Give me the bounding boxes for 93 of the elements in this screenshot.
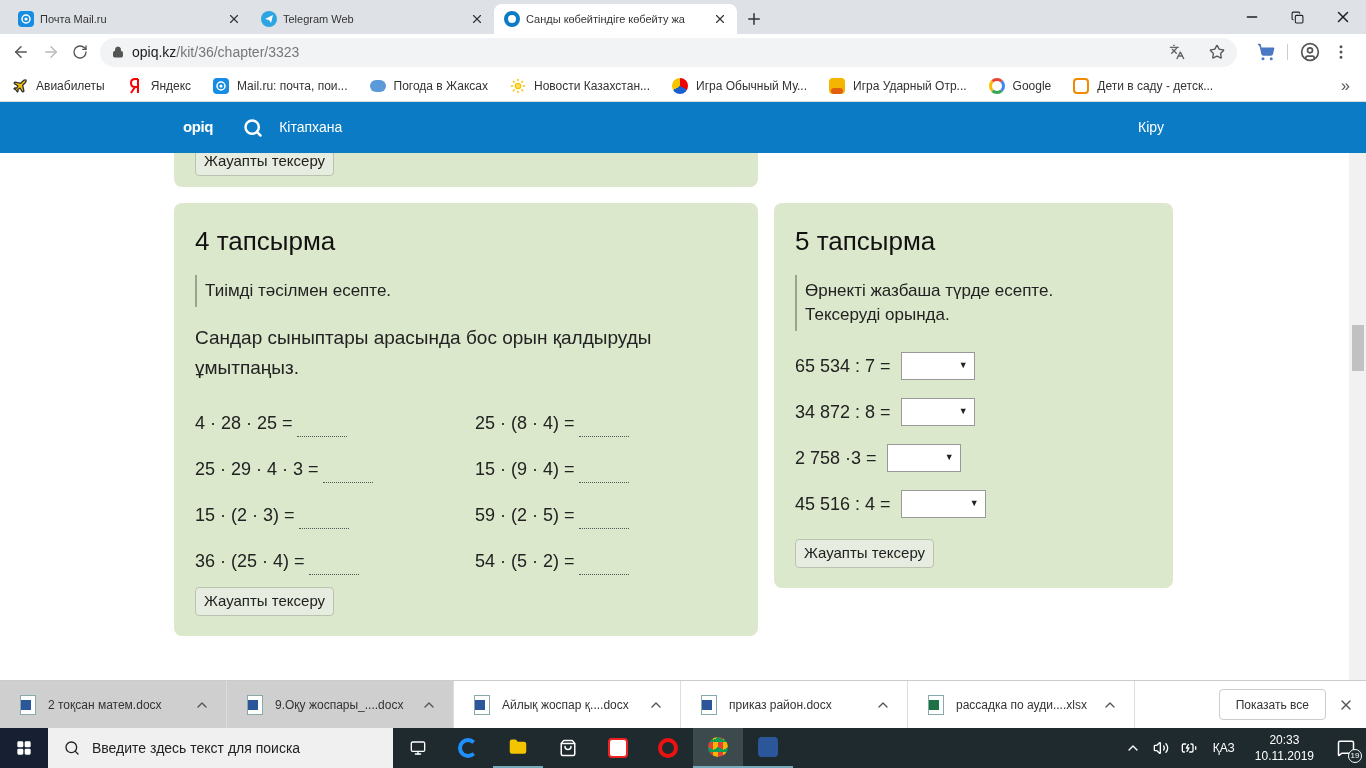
search-icon[interactable] bbox=[243, 117, 264, 138]
equation: 65 534 : 7 = bbox=[795, 354, 891, 378]
ring-icon bbox=[504, 11, 520, 27]
equation: 25 · 29 · 4 · 3 = bbox=[195, 458, 319, 481]
translate-icon[interactable] bbox=[1169, 44, 1185, 60]
battery-icon[interactable] bbox=[1180, 740, 1197, 756]
tab-title: Почта Mail.ru bbox=[40, 11, 108, 27]
new-tab-icon[interactable] bbox=[745, 10, 763, 28]
instruction-quote: Өрнекті жазбаша түрде есепте. Тексеруді орында. bbox=[795, 275, 1152, 331]
check-answer-button[interactable]: Жауапты тексеру bbox=[195, 153, 335, 176]
tab-title: Санды көбейтіндіге көбейту жа bbox=[526, 11, 686, 27]
show-all-button[interactable]: Показать все bbox=[1218, 689, 1326, 720]
site-logo[interactable]: opiq bbox=[183, 116, 214, 139]
lock-icon bbox=[112, 46, 124, 58]
bookmark[interactable]: Авиабилеты bbox=[12, 76, 113, 95]
close-icon[interactable] bbox=[227, 12, 241, 26]
bookmark[interactable]: Игра Ударный Отр... bbox=[829, 76, 975, 95]
login-link[interactable]: Кіру bbox=[1138, 117, 1164, 138]
back-icon[interactable] bbox=[12, 43, 30, 61]
equation: 54 · (5 · 2) = bbox=[475, 550, 575, 573]
answer-dropdown[interactable]: ▼ bbox=[900, 398, 975, 426]
cloud-icon bbox=[369, 79, 386, 92]
check-answer-button[interactable]: Жауапты тексеру bbox=[195, 587, 335, 616]
equation: 59 · (2 · 5) = bbox=[475, 504, 575, 527]
file-name: приказ район.docx bbox=[729, 696, 833, 714]
browser-tab[interactable]: Почта Mail.ru bbox=[8, 4, 251, 34]
taskbar-search-field[interactable]: Введите здесь текст для поиска bbox=[48, 728, 393, 768]
file-name: рассадка по ауди....xlsx bbox=[956, 696, 1088, 714]
more-bookmarks-button[interactable]: » bbox=[1341, 73, 1350, 98]
search-placeholder: Введите здесь текст для поиска bbox=[92, 738, 301, 758]
task-title: 5 тапсырма bbox=[795, 225, 937, 258]
notification-button[interactable]: 19 bbox=[1326, 728, 1366, 768]
clock-time: 20:33 bbox=[1269, 732, 1300, 748]
cart-icon[interactable] bbox=[1257, 43, 1275, 61]
instruction-quote: Тиімді тәсілмен есепте. bbox=[195, 275, 737, 307]
language-indicator[interactable]: ҚАЗ bbox=[1212, 739, 1235, 757]
bookmark[interactable]: Mail.ru: почта, пои... bbox=[213, 76, 356, 95]
bookmark[interactable]: Яндекс bbox=[126, 76, 200, 95]
close-icon[interactable] bbox=[470, 12, 484, 26]
browser-tab[interactable]: Санды көбейтіндіге көбейту жа bbox=[494, 4, 737, 34]
document-icon bbox=[701, 694, 717, 715]
document-icon bbox=[474, 694, 490, 715]
file-name: Айлық жоспар қ....docx bbox=[502, 696, 630, 714]
star-icon[interactable] bbox=[1209, 44, 1225, 60]
answer-dropdown[interactable]: ▼ bbox=[900, 490, 986, 518]
download-item[interactable]: 2 тоқсан матем.docx bbox=[0, 681, 227, 728]
equation: 36 · (25 · 4) = bbox=[195, 550, 305, 573]
profile-icon[interactable] bbox=[1300, 42, 1320, 62]
file-name: 2 тоқсан матем.docx bbox=[48, 696, 163, 714]
bookmark[interactable]: Игра Обычный Му... bbox=[672, 76, 816, 95]
start-button[interactable] bbox=[0, 728, 48, 768]
scrollbar[interactable] bbox=[1349, 153, 1366, 680]
check-answer-button[interactable]: Жауапты тексеру bbox=[795, 539, 935, 568]
bookmark[interactable]: Новости Казахстан... bbox=[510, 76, 659, 95]
blocks-icon bbox=[1073, 77, 1090, 94]
clock-date: 10.11.2019 bbox=[1254, 748, 1314, 764]
bookmark[interactable]: Дети в саду - детск... bbox=[1073, 76, 1222, 95]
equation: 34 872 : 8 = bbox=[795, 400, 891, 424]
equation: 15 · (9 · 4) = bbox=[475, 458, 575, 481]
windows-icon bbox=[16, 740, 32, 756]
answer-dropdown[interactable]: ▼ bbox=[886, 444, 961, 472]
close-icon[interactable] bbox=[713, 12, 727, 26]
address-field[interactable]: opiq.kz/kit/36/chapter/3323 bbox=[100, 37, 1237, 67]
speaker-icon[interactable] bbox=[1152, 740, 1169, 756]
file-name: 9.Оқу жоспары_....docx bbox=[275, 696, 405, 714]
tab-title: Telegram Web bbox=[283, 11, 355, 27]
restore-icon[interactable] bbox=[1291, 10, 1304, 24]
document-icon bbox=[928, 694, 944, 715]
plane-icon bbox=[12, 77, 28, 94]
bookmark[interactable]: Погода в Жаксах bbox=[369, 76, 496, 95]
task-title: 4 тапсырма bbox=[195, 225, 337, 258]
duck-icon bbox=[829, 77, 846, 94]
paper-plane-icon bbox=[261, 11, 277, 27]
mail-icon bbox=[213, 77, 230, 94]
equation: 25 · (8 · 4) = bbox=[475, 412, 575, 435]
document-icon bbox=[20, 694, 36, 715]
notification-count: 19 bbox=[1348, 749, 1362, 763]
url-text: opiq.kz/kit/36/chapter/3323 bbox=[132, 42, 301, 62]
mail-icon bbox=[18, 11, 34, 27]
equation: 2 758 ·3 = bbox=[795, 446, 877, 470]
answer-dropdown[interactable]: ▼ bbox=[900, 352, 975, 380]
document-icon bbox=[247, 694, 263, 715]
task-note: Сандар сыныптары арасында бос орын қалдыруды ұмытпаңыз. bbox=[195, 326, 653, 380]
equation: 45 516 : 4 = bbox=[795, 492, 891, 516]
download-item[interactable]: 9.Оқу жоспары_....docx bbox=[227, 681, 454, 728]
browser-tab[interactable]: Telegram Web bbox=[251, 4, 494, 34]
bookmark[interactable]: Google bbox=[988, 76, 1060, 95]
reload-icon[interactable] bbox=[72, 44, 88, 60]
search-icon bbox=[64, 740, 80, 756]
library-link[interactable]: Кітапхана bbox=[279, 117, 343, 138]
equation: 4 · 28 · 25 = bbox=[195, 412, 293, 435]
sun-icon bbox=[510, 77, 526, 94]
equation: 15 · (2 · 3) = bbox=[195, 504, 295, 527]
